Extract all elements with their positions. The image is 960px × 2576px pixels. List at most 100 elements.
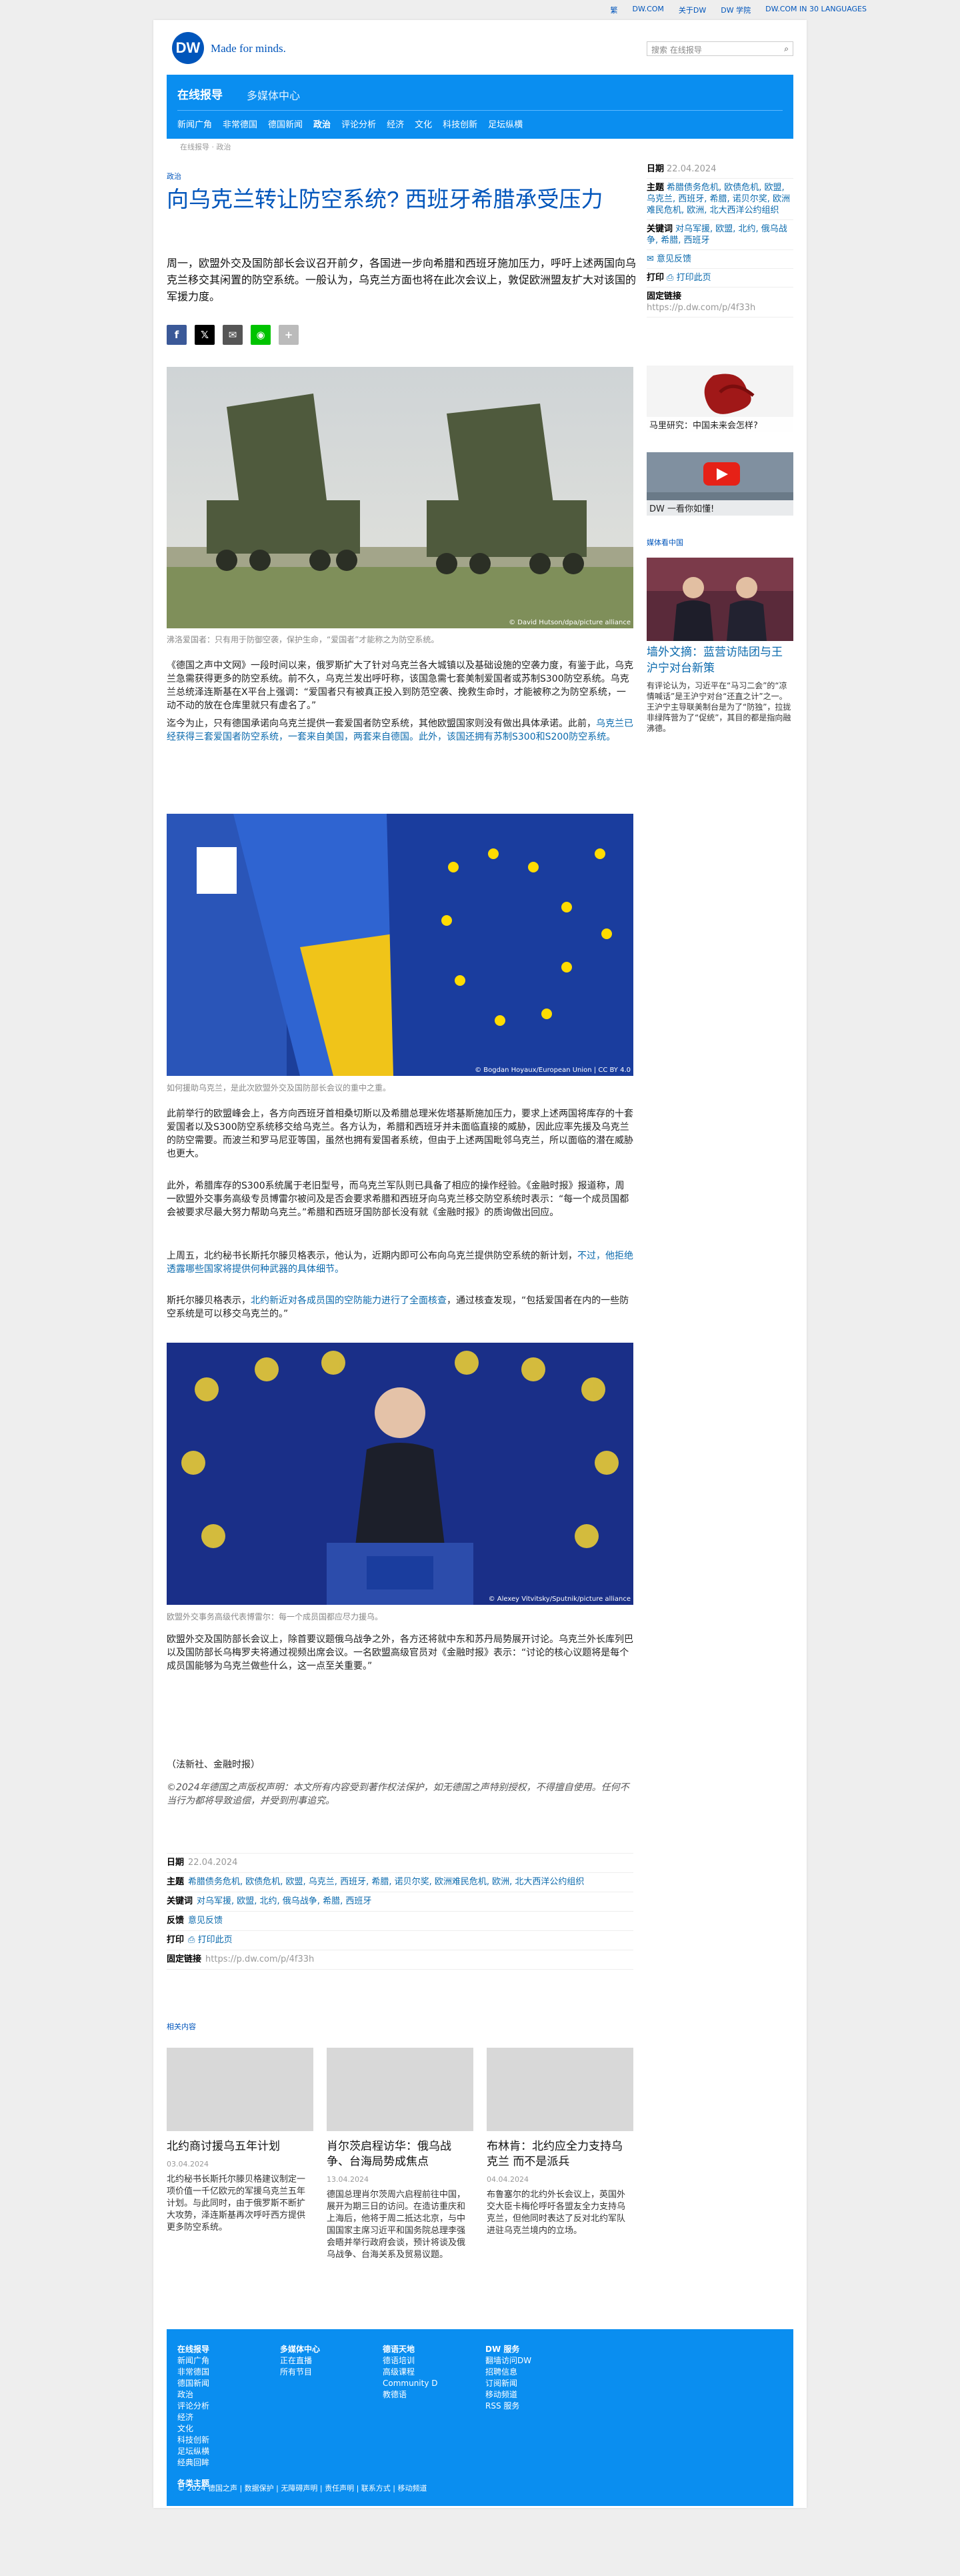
footer-link[interactable]: 科技创新	[177, 2435, 209, 2446]
top-link-about[interactable]: 关于DW	[679, 5, 706, 15]
permalink-value[interactable]: https://p.dw.com/p/4f33h	[205, 1954, 314, 1964]
footer-link[interactable]: 文化	[177, 2423, 209, 2435]
footer-link[interactable]: Community D	[383, 2378, 438, 2389]
related-date: 13.04.2024	[327, 2175, 369, 2184]
topic-links[interactable]: 希腊债务危机, 欧债危机, 欧盟, 乌克兰, 西班牙, 希腊, 诺贝尔奖, 欧洲…	[647, 183, 790, 215]
inline-link[interactable]: 北约新近对各成员国的空防能力进行了全面核查	[251, 1295, 447, 1306]
footer-link[interactable]: 德语培训	[383, 2355, 438, 2367]
footer-link[interactable]: 德国新闻	[177, 2378, 209, 2389]
nav-media-center[interactable]: 多媒体中心	[247, 87, 300, 103]
nav-item-news[interactable]: 新闻广角	[177, 117, 212, 130]
nav-item-germany[interactable]: 非常德国	[223, 117, 257, 130]
email-icon: ✉	[647, 254, 657, 264]
top-link-traditional[interactable]: 繁	[611, 5, 618, 15]
nav-item-opinion[interactable]: 评论分析	[341, 117, 376, 130]
footer-link[interactable]: 移动频道	[485, 2389, 531, 2401]
promo-banner-youtube[interactable]: DW 一看你如懂!	[647, 452, 793, 516]
top-link-languages[interactable]: DW.COM IN 30 LANGUAGES	[765, 5, 867, 15]
nav-item-football[interactable]: 足坛纵横	[488, 117, 523, 130]
search-icon[interactable]: ⌕	[784, 44, 789, 54]
promo-label: 马里研究：中国未来会怎样?	[647, 417, 793, 432]
footer-link[interactable]: 正在直播	[280, 2355, 320, 2367]
footer-heading[interactable]: 在线报导	[177, 2344, 209, 2355]
line-icon[interactable]: ◉	[251, 325, 271, 345]
nav-item-german-news[interactable]: 德国新闻	[268, 117, 303, 130]
article-paragraph: 欧盟外交及国防部长会议上，除首要议题俄乌战争之外，各方还将就中东和苏丹局势展开讨…	[167, 1634, 633, 1672]
borrell-photo	[167, 1343, 633, 1605]
image-caption: 如何援助乌克兰，是此次欧盟外交及国防部长会议的重中之重。	[167, 1083, 391, 1093]
article-image-borrell[interactable]: © Alexey Vitvitsky/Sputnik/picture allia…	[167, 1343, 633, 1605]
sidebar-section-label[interactable]: 媒体看中国	[647, 537, 683, 548]
related-card[interactable]: 北约商讨援乌五年计划 03.04.2024 北约秘书长斯托尔滕贝格建议制定一项价…	[167, 2048, 313, 2234]
feedback-link[interactable]: 意见反馈	[188, 1916, 223, 1926]
footer-heading[interactable]: DW 服务	[485, 2344, 531, 2355]
related-summary: 德国总理肖尔茨周六启程前往中国，展开为期三日的访问。在造访重庆和上海后，他将于周…	[327, 2190, 466, 2260]
slogan: Made for minds.	[211, 42, 286, 55]
footer-link[interactable]: 评论分析	[177, 2401, 209, 2412]
footer-heading[interactable]: 多媒体中心	[280, 2344, 320, 2355]
article-image-flags[interactable]: © Bogdan Hoyaux/European Union | CC BY 4…	[167, 814, 633, 1076]
feedback-link[interactable]: 意见反馈	[657, 254, 691, 264]
footer-link[interactable]: 政治	[177, 2389, 209, 2401]
footer-link[interactable]: 高级课程	[383, 2367, 438, 2378]
related-card[interactable]: 布林肯：北约应全力支持乌克兰 而不是派兵 04.04.2024 布鲁塞尔的北约外…	[487, 2048, 633, 2237]
footer-link[interactable]: 招聘信息	[485, 2367, 531, 2378]
footer-link[interactable]: RSS 服务	[485, 2401, 531, 2412]
nav-item-economy[interactable]: 经济	[387, 117, 404, 130]
top-link-dwcom[interactable]: DW.COM	[633, 5, 664, 15]
meta-permalink: 固定链接 https://p.dw.com/p/4f33h	[167, 1950, 633, 1970]
footer-link[interactable]: 足坛纵横	[177, 2446, 209, 2457]
nav-item-politics[interactable]: 政治	[313, 117, 331, 130]
sidebar-meta: 日期 22.04.2024 主题 希腊债务危机, 欧债危机, 欧盟, 乌克兰, 西班…	[647, 160, 793, 317]
top-bar: 繁 DW.COM 关于DW DW 学院 DW.COM IN 30 LANGUAG…	[0, 0, 960, 19]
footer-heading[interactable]: 德语天地	[383, 2344, 438, 2355]
nav-divider	[177, 110, 783, 111]
image-caption: 欧盟外交事务高级代表博雷尔：每一个成员国都应尽力援乌。	[167, 1612, 383, 1622]
dw-logo[interactable]: DW	[172, 32, 204, 64]
footer-link[interactable]: 订阅新闻	[485, 2378, 531, 2389]
footer-link[interactable]: 翻墙访问DW	[485, 2355, 531, 2367]
search-input[interactable]: 搜索 在线报导 ⌕	[647, 41, 793, 56]
related-title[interactable]: 北约商讨援乌五年计划	[167, 2139, 313, 2154]
nav-brand[interactable]: 在线报导	[177, 85, 223, 102]
footer-link[interactable]: 非常德国	[177, 2367, 209, 2378]
facebook-icon[interactable]: f	[167, 325, 187, 345]
related-title[interactable]: 布林肯：北约应全力支持乌克兰 而不是派兵	[487, 2139, 633, 2170]
related-title[interactable]: 肖尔茨启程访华：俄乌战争、台海局势成焦点	[327, 2139, 473, 2170]
print-link[interactable]: 打印此页	[198, 1935, 233, 1945]
sidebar-keywords: 关键词 对乌军援, 欧盟, 北约, 俄乌战争, 希腊, 西班牙	[647, 220, 793, 250]
sidebar-story-title[interactable]: 墙外文摘：蓝营访陆团与王沪宁对台新策	[647, 644, 793, 676]
page-container: DW Made for minds. 搜索 在线报导 ⌕ 在线报导 多媒体中心 …	[153, 20, 807, 2508]
image-credit: © David Hutson/dpa/picture alliance	[509, 619, 631, 626]
x-icon[interactable]: 𝕏	[195, 325, 215, 345]
footer-link[interactable]: 经济	[177, 2412, 209, 2423]
article-lead: 周一，欧盟外交及国防部长会议召开前夕，各国进一步向希腊和西班牙施加压力，呼吁上述…	[167, 257, 637, 303]
sidebar-topics: 主题 希腊债务危机, 欧债危机, 欧盟, 乌克兰, 西班牙, 希腊, 诺贝尔奖, …	[647, 179, 793, 220]
more-icon[interactable]: +	[279, 325, 299, 345]
footer-bottom-links[interactable]: © 2024 德国之声 | 数据保护 | 无障碍声明 | 责任声明 | 联系方式…	[177, 2483, 427, 2493]
main-nav: 在线报导 多媒体中心 新闻广角 非常德国 德国新闻 政治 评论分析 经济 文化 …	[167, 75, 793, 139]
topic-links[interactable]: 希腊债务危机, 欧债危机, 欧盟, 乌克兰, 西班牙, 希腊, 诺贝尔奖, 欧洲…	[188, 1877, 584, 1887]
footer-link[interactable]: 新闻广角	[177, 2355, 209, 2367]
print-link[interactable]: 打印此页	[677, 273, 711, 283]
related-thumbnail[interactable]	[167, 2048, 313, 2131]
sidebar-story-image[interactable]	[647, 558, 793, 641]
related-thumbnail[interactable]	[487, 2048, 633, 2131]
article-paragraph: 此前举行的欧盟峰会上，各方向西班牙首相桑切斯以及希腊总理米佐塔基斯施加压力，要求…	[167, 1109, 633, 1159]
breadcrumb[interactable]: 在线报导 · 政治	[180, 141, 231, 152]
nav-menu: 新闻广角 非常德国 德国新闻 政治 评论分析 经济 文化 科技创新 足坛纵横	[177, 117, 523, 130]
footer-link[interactable]: 所有节目	[280, 2367, 320, 2378]
email-icon[interactable]: ✉	[223, 325, 243, 345]
keyword-links[interactable]: 对乌军援, 欧盟, 北约, 俄乌战争, 希腊, 西班牙	[197, 1896, 371, 1906]
related-thumbnail[interactable]	[327, 2048, 473, 2131]
meta-feedback: 反馈 意见反馈	[167, 1912, 633, 1931]
nav-item-culture[interactable]: 文化	[415, 117, 432, 130]
top-link-academy[interactable]: DW 学院	[721, 5, 751, 15]
footer-link[interactable]: 教德语	[383, 2389, 438, 2401]
article-image-patriot[interactable]: © David Hutson/dpa/picture alliance	[167, 367, 633, 628]
promo-banner-china[interactable]: 马里研究：中国未来会怎样?	[647, 366, 793, 432]
nav-item-science[interactable]: 科技创新	[443, 117, 477, 130]
article-category[interactable]: 政治	[167, 171, 181, 181]
related-card[interactable]: 肖尔茨启程访华：俄乌战争、台海局势成焦点 13.04.2024 德国总理肖尔茨周…	[327, 2048, 473, 2261]
footer-link[interactable]: 经典回眸	[177, 2457, 209, 2469]
